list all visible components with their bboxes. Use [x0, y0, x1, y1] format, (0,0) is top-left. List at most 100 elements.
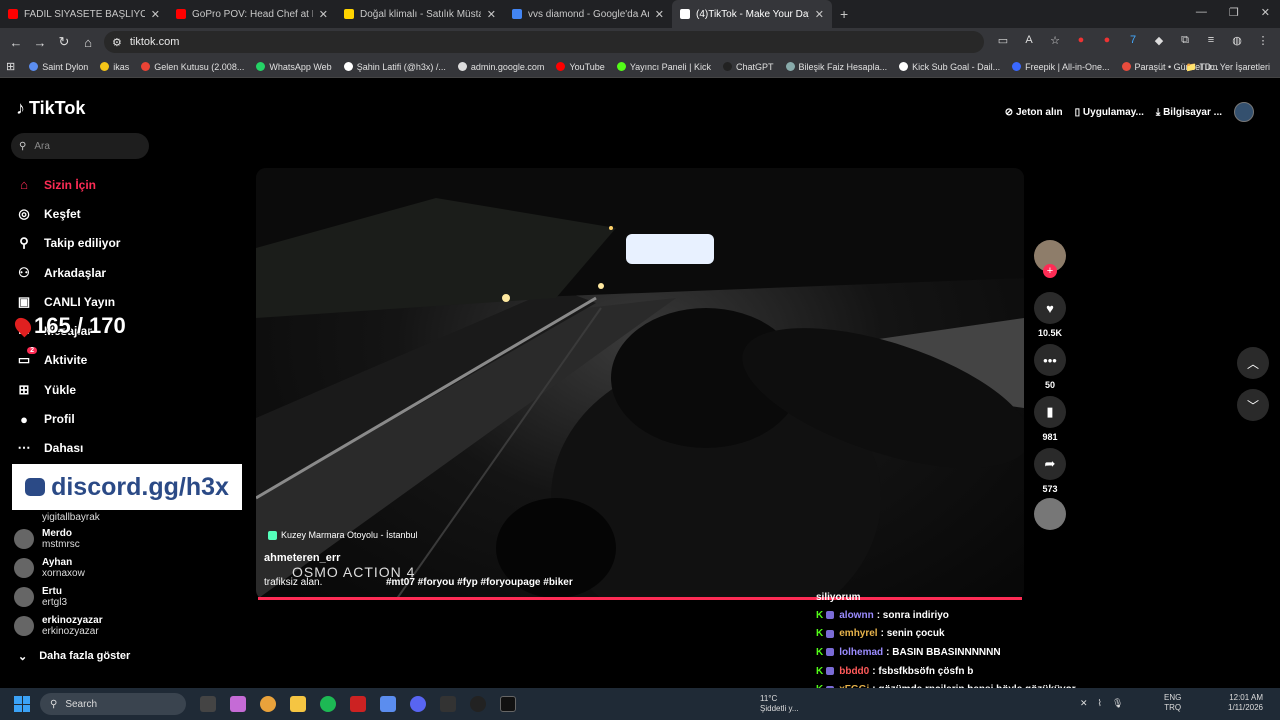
next-video-button[interactable]: ﹀ — [1237, 389, 1269, 421]
reading-list-icon[interactable]: ≡ — [1204, 34, 1218, 47]
chrome-icon[interactable] — [260, 696, 276, 712]
close-window-icon[interactable]: ✕ — [1261, 6, 1270, 19]
sidebar-item[interactable]: ⊞ Yükle — [16, 375, 236, 404]
close-icon[interactable]: ✕ — [815, 8, 824, 21]
profile-avatar-icon[interactable]: ◍ — [1230, 34, 1244, 47]
epic-games-icon[interactable] — [500, 696, 516, 712]
taskbar-search[interactable]: ⚲ Search — [40, 693, 186, 715]
task-view-icon[interactable] — [200, 696, 216, 712]
apps-icon[interactable]: ⊞ — [6, 60, 15, 73]
extension-diamond-icon[interactable]: ◆ — [1152, 34, 1166, 47]
forward-icon[interactable]: → — [28, 35, 52, 50]
extensions-icon[interactable]: ⧉ — [1178, 34, 1192, 47]
bookmark-item[interactable]: ChatGPT — [723, 62, 774, 72]
tiktok-logo[interactable]: ♪ TikTok — [16, 98, 85, 119]
sidebar-item[interactable]: ⋯ Dahası — [16, 434, 236, 463]
creator-avatar[interactable]: + — [1034, 240, 1066, 278]
restore-icon[interactable]: ❐ — [1229, 6, 1239, 19]
video-author[interactable]: ahmeteren_err — [264, 552, 340, 564]
bookmark-item[interactable]: Gelen Kutusu (2.008... — [141, 62, 244, 72]
follow-plus-icon[interactable]: + — [1043, 264, 1057, 278]
browser-tab[interactable]: FADIL SİYASETE BAŞLIYOR ! YE ✕ — [0, 0, 168, 28]
user-avatar[interactable] — [1234, 102, 1254, 122]
terminal-icon[interactable] — [440, 696, 456, 712]
sidebar-item[interactable]: ● Profil — [16, 404, 236, 433]
extension-7tv-icon[interactable]: 7 — [1126, 34, 1140, 47]
following-account[interactable]: erkinozyazar erkinozyazar — [14, 611, 234, 640]
browser-tab[interactable]: Doğal klimalı - Satılık Müstakil ✕ — [336, 0, 504, 28]
bookmark-item[interactable]: Saint Dylon — [29, 62, 88, 72]
close-icon[interactable]: ✕ — [319, 8, 328, 21]
new-tab-icon[interactable]: + — [832, 6, 856, 22]
file-explorer-icon[interactable] — [290, 696, 306, 712]
get-app-button[interactable]: ▯ Uygulamay... — [1075, 107, 1144, 118]
bookmark-item[interactable]: Yayıncı Paneli | Kick — [616, 62, 711, 72]
spotify-icon[interactable] — [320, 696, 336, 712]
video-player[interactable]: Kuzey Marmara Otoyolu - İstanbul ahmeter… — [256, 168, 1024, 600]
sidebar-item[interactable]: ▭ 2 Aktivite — [16, 346, 236, 375]
translate-icon[interactable]: A — [1022, 34, 1036, 47]
video-hashtags[interactable]: #mt07 #foryou #fyp #foryoupage #biker — [386, 577, 573, 588]
browser-tab[interactable]: (4)TikTok - Make Your Day ✕ — [672, 0, 832, 28]
share-button[interactable]: ➦ 573 — [1034, 448, 1066, 494]
pc-app-button[interactable]: ⤓ Bilgisayar ... — [1156, 107, 1222, 118]
sidebar-item[interactable]: ◎ Keşfet — [16, 199, 236, 228]
show-more-button[interactable]: ⌄ Daha fazla göster — [18, 650, 130, 663]
bookmark-item[interactable]: WhatsApp Web — [256, 62, 332, 72]
bookmark-item[interactable]: Şahin Latifi (@h3x) /... — [343, 62, 446, 72]
bookmark-item[interactable]: ikas — [100, 62, 129, 72]
extension-red-icon[interactable]: ● — [1074, 34, 1088, 47]
app-red-icon[interactable] — [350, 696, 366, 712]
browser-tab[interactable]: vvs diamond - Google'da Ara ✕ — [504, 0, 672, 28]
app-blue-icon[interactable] — [380, 696, 396, 712]
bookmark-item[interactable]: YouTube — [556, 62, 605, 72]
previous-video-button[interactable]: ︿ — [1237, 347, 1269, 379]
bookmark-star-icon[interactable]: ☆ — [1048, 34, 1062, 47]
discord-taskbar-icon[interactable] — [410, 696, 426, 712]
reload-icon[interactable]: ↻ — [52, 34, 76, 50]
close-icon[interactable]: ✕ — [151, 8, 160, 21]
search-input[interactable]: ⚲ Ara — [11, 133, 149, 159]
following-account[interactable]: Ayhan xornaxow — [14, 553, 234, 582]
back-icon[interactable]: ← — [4, 35, 28, 50]
sidebar-item[interactable]: ⚇ Arkadaşlar — [16, 258, 236, 287]
get-coins-button[interactable]: ⊘ Jeton alın — [1005, 107, 1063, 118]
close-icon[interactable]: ✕ — [655, 8, 664, 21]
bookmark-item[interactable]: admin.google.com — [457, 62, 544, 72]
sidebar-item[interactable]: ⚲ Takip ediliyor — [16, 229, 236, 258]
site-info-icon[interactable]: ⚙ — [112, 36, 122, 49]
menu-icon[interactable]: ⋮ — [1256, 34, 1270, 47]
all-bookmarks[interactable]: 📁 Tüm Yer İşaretleri — [1186, 62, 1270, 73]
wifi-icon[interactable]: ⌇ — [1098, 698, 1102, 709]
following-account[interactable]: yigitallbayrak — [14, 510, 234, 524]
copilot-icon[interactable] — [230, 696, 246, 712]
bookmark-item[interactable]: Bileşik Faiz Hesapla... — [785, 62, 887, 72]
save-button[interactable]: ▮ 981 — [1034, 396, 1066, 442]
comment-button[interactable]: ••• 50 — [1034, 344, 1066, 390]
browser-tab[interactable]: GoPro POV: Head Chef at Mich ✕ — [168, 0, 336, 28]
obs-icon[interactable] — [470, 696, 486, 712]
mic-icon[interactable]: 🎙 — [1112, 698, 1123, 709]
home-icon[interactable]: ⌂ — [76, 35, 100, 50]
sidebar-item[interactable]: ⌂ Sizin İçin — [16, 170, 236, 199]
extension-red2-icon[interactable]: ● — [1100, 34, 1114, 47]
windows-start-icon[interactable] — [14, 696, 30, 712]
like-button[interactable]: ♥ 10.5K — [1034, 292, 1066, 338]
bookmark-item[interactable]: Kick Sub Goal - Dail... — [899, 62, 1000, 72]
following-account[interactable]: Ertu ertgl3 — [14, 582, 234, 611]
cast-icon[interactable]: ▭ — [996, 34, 1010, 47]
following-account[interactable]: Merdo mstmrsc — [14, 524, 234, 553]
address-bar[interactable]: ⚙ tiktok.com — [104, 31, 984, 53]
tray-x-icon[interactable]: ✕ — [1080, 698, 1088, 709]
stream-overlay-counter: 165 / 170 — [11, 313, 126, 339]
bookmark-item[interactable]: Freepik | All-in-One... — [1012, 62, 1110, 72]
music-disc-icon[interactable] — [1034, 498, 1066, 530]
weather-widget[interactable]: 11°C Şiddetli y... — [760, 694, 799, 714]
url-text: tiktok.com — [129, 36, 180, 48]
close-icon[interactable]: ✕ — [487, 8, 496, 21]
chat-message: Kalownn: sonra indiriyo — [816, 606, 1116, 625]
minimize-icon[interactable]: — — [1196, 6, 1207, 19]
language-indicator[interactable]: ENG TRQ — [1164, 693, 1181, 713]
taskbar-clock[interactable]: 12:01 AM 1/11/2026 — [1228, 693, 1263, 713]
location-tag[interactable]: Kuzey Marmara Otoyolu - İstanbul — [268, 530, 418, 540]
